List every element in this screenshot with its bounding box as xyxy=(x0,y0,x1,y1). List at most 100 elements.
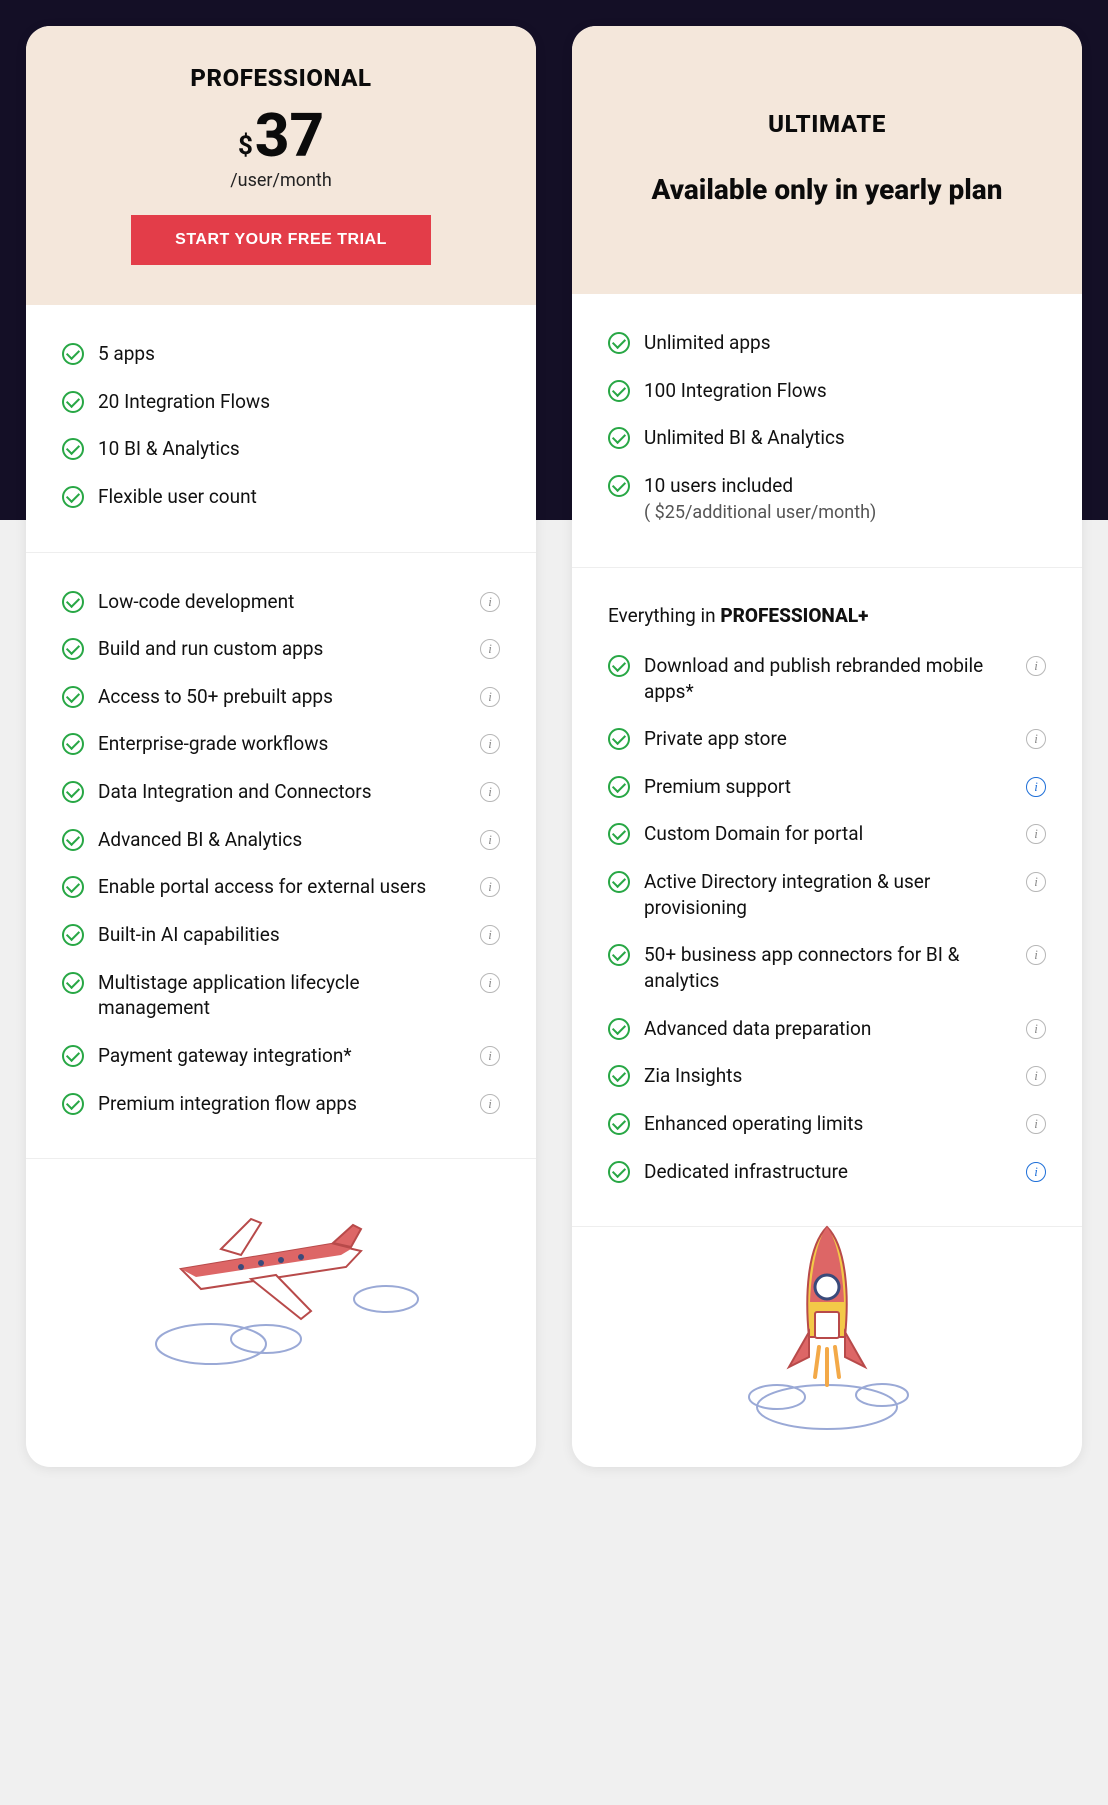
feature-item: Access to 50+ prebuilt apps i xyxy=(62,684,500,710)
check-icon xyxy=(608,427,630,449)
plan-name: PROFESSIONAL xyxy=(190,64,371,92)
feature-text: Enable portal access for external users xyxy=(98,874,466,900)
check-icon xyxy=(62,591,84,613)
check-icon xyxy=(62,1045,84,1067)
price-per: /user/month xyxy=(230,170,332,191)
feature-text: Enterprise-grade workflows xyxy=(98,731,466,757)
feature-item: Low-code development i xyxy=(62,589,500,615)
info-icon[interactable]: i xyxy=(1026,656,1046,676)
info-icon[interactable]: i xyxy=(480,973,500,993)
info-icon[interactable]: i xyxy=(1026,945,1046,965)
feature-item: Advanced data preparationi xyxy=(608,1016,1046,1042)
top-features: 5 apps 20 Integration Flows 10 BI & Analyt… xyxy=(26,305,536,553)
info-icon[interactable]: i xyxy=(1026,777,1046,797)
info-icon[interactable]: i xyxy=(1026,824,1046,844)
check-icon xyxy=(608,380,630,402)
start-trial-button[interactable]: START YOUR FREE TRIAL xyxy=(131,215,431,265)
check-icon xyxy=(62,1093,84,1115)
yearly-only-note: Available only in yearly plan xyxy=(652,172,1003,208)
feature-item: Enable portal access for external users i xyxy=(62,874,500,900)
feature-item: Dedicated infrastructure i xyxy=(608,1159,1046,1185)
check-icon xyxy=(62,972,84,994)
feature-item: Flexible user count xyxy=(62,484,500,510)
feature-text: Built-in AI capabilities xyxy=(98,922,466,948)
info-icon[interactable]: i xyxy=(480,782,500,802)
feature-item: 50+ business app connectors for BI & ana… xyxy=(608,942,1046,993)
feature-item: Unlimited apps xyxy=(608,330,1046,356)
feature-text: Dedicated infrastructure xyxy=(644,1159,1012,1185)
check-icon xyxy=(62,924,84,946)
feature-item: Build and run custom appsi xyxy=(62,636,500,662)
feature-text: Data Integration and Connectors xyxy=(98,779,466,805)
info-icon[interactable]: i xyxy=(480,734,500,754)
info-icon[interactable]: i xyxy=(480,592,500,612)
everything-prefix: Everything in xyxy=(608,604,720,627)
info-icon[interactable]: i xyxy=(480,639,500,659)
info-icon[interactable]: i xyxy=(1026,1114,1046,1134)
feature-text: 10 BI & Analytics xyxy=(98,436,500,462)
plane-illustration-icon xyxy=(26,1159,536,1399)
feature-text: Unlimited apps xyxy=(644,330,1046,356)
info-icon[interactable]: i xyxy=(480,1094,500,1114)
info-icon[interactable]: i xyxy=(480,925,500,945)
check-icon xyxy=(62,686,84,708)
feature-item: Enterprise-grade workflows i xyxy=(62,731,500,757)
feature-list: Everything in PROFESSIONAL+ Download and… xyxy=(572,568,1082,1227)
feature-item: 10 users included( $25/additional user/m… xyxy=(608,473,1046,525)
check-icon xyxy=(608,823,630,845)
plan-header: PROFESSIONAL $ 37 /user/month START YOUR… xyxy=(26,26,536,305)
check-icon xyxy=(608,1065,630,1087)
feature-list: Low-code developmentiBuild and run custo… xyxy=(26,553,536,1160)
feature-item: Download and publish rebranded mobile ap… xyxy=(608,653,1046,704)
check-icon xyxy=(608,944,630,966)
check-icon xyxy=(608,332,630,354)
info-icon[interactable]: i xyxy=(480,1046,500,1066)
feature-item: 5 apps xyxy=(62,341,500,367)
feature-item: Custom Domain for portali xyxy=(608,821,1046,847)
check-icon xyxy=(608,655,630,677)
feature-item: Zia Insightsi xyxy=(608,1063,1046,1089)
feature-text: 100 Integration Flows xyxy=(644,378,1046,404)
feature-item: Payment gateway integration* i xyxy=(62,1043,500,1069)
check-icon xyxy=(62,486,84,508)
feature-text: 20 Integration Flows xyxy=(98,389,500,415)
check-icon xyxy=(62,438,84,460)
feature-text: Active Directory integration & user prov… xyxy=(644,869,1012,920)
price-line: $ 37 xyxy=(238,106,324,166)
check-icon xyxy=(62,391,84,413)
feature-text: Access to 50+ prebuilt apps xyxy=(98,684,466,710)
check-icon xyxy=(62,343,84,365)
everything-plan: PROFESSIONAL+ xyxy=(720,604,868,627)
feature-item: 100 Integration Flows xyxy=(608,378,1046,404)
feature-text: Low-code development xyxy=(98,589,466,615)
info-icon[interactable]: i xyxy=(480,877,500,897)
pricing-cards: PROFESSIONAL $ 37 /user/month START YOUR… xyxy=(0,0,1108,1493)
check-icon xyxy=(608,776,630,798)
feature-item: Multistage application lifecycle managem… xyxy=(62,970,500,1021)
everything-in: Everything in PROFESSIONAL+ xyxy=(608,604,1046,627)
info-icon[interactable]: i xyxy=(480,687,500,707)
feature-item: 10 BI & Analytics xyxy=(62,436,500,462)
info-icon[interactable]: i xyxy=(480,830,500,850)
feature-text: Flexible user count xyxy=(98,484,500,510)
feature-text: Multistage application lifecycle managem… xyxy=(98,970,466,1021)
plan-card-ultimate: ULTIMATE Available only in yearly plan U… xyxy=(572,26,1082,1467)
feature-text: Payment gateway integration* xyxy=(98,1043,466,1069)
info-icon[interactable]: i xyxy=(1026,1162,1046,1182)
feature-item: 20 Integration Flows xyxy=(62,389,500,415)
rocket-illustration-icon xyxy=(572,1227,1082,1467)
check-icon xyxy=(608,1113,630,1135)
feature-text: Unlimited BI & Analytics xyxy=(644,425,1046,451)
check-icon xyxy=(608,1161,630,1183)
info-icon[interactable]: i xyxy=(1026,729,1046,749)
feature-text: Private app store xyxy=(644,726,1012,752)
feature-item: Data Integration and Connectors i xyxy=(62,779,500,805)
info-icon[interactable]: i xyxy=(1026,872,1046,892)
feature-item: Private app store i xyxy=(608,726,1046,752)
feature-text: Premium integration flow apps xyxy=(98,1091,466,1117)
info-icon[interactable]: i xyxy=(1026,1019,1046,1039)
check-icon xyxy=(62,876,84,898)
feature-text: Enhanced operating limits xyxy=(644,1111,1012,1137)
info-icon[interactable]: i xyxy=(1026,1066,1046,1086)
feature-item: Enhanced operating limits i xyxy=(608,1111,1046,1137)
